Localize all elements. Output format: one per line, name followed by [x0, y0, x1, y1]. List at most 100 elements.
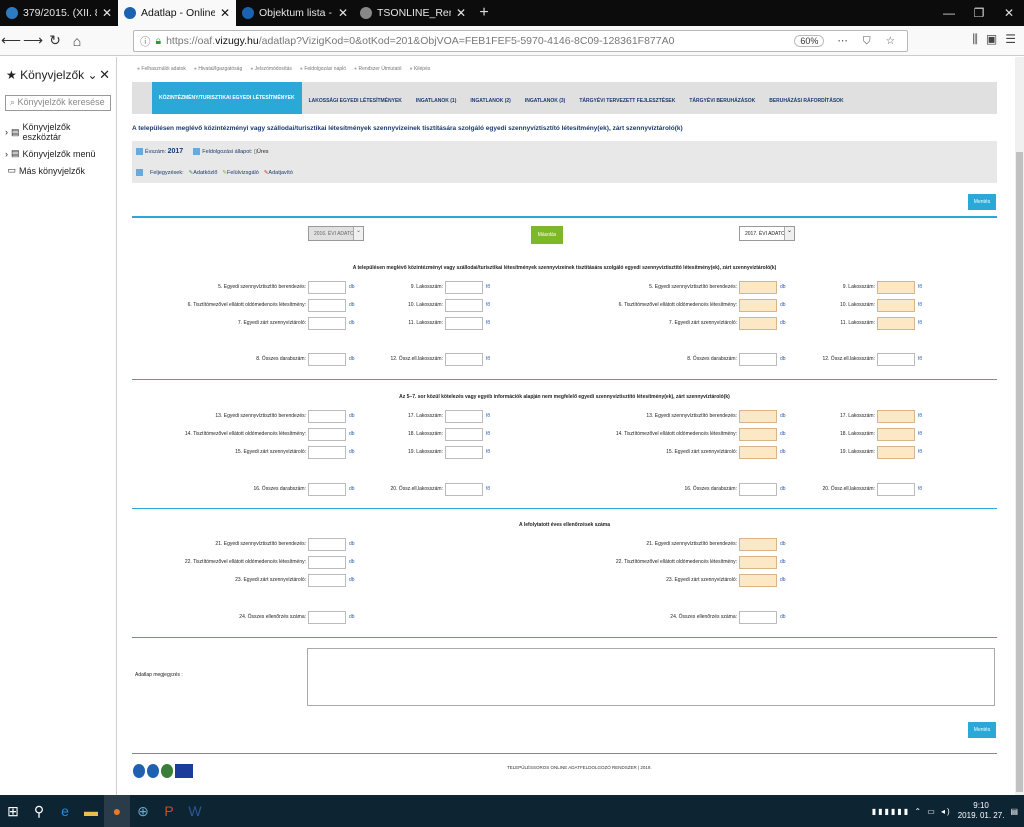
number-input[interactable] [445, 299, 483, 312]
sidebar-item-other[interactable]: ▭ Más könyvjelzők [0, 162, 116, 179]
number-input[interactable] [308, 299, 346, 312]
scrollbar-thumb[interactable] [1016, 152, 1023, 792]
library-icon[interactable]: ⫼ [972, 32, 978, 47]
minimize-icon[interactable]: — [934, 0, 964, 26]
back-icon[interactable]: ⟵ [0, 32, 22, 49]
number-input[interactable] [739, 410, 777, 423]
number-input[interactable] [308, 281, 346, 294]
notifications-icon[interactable]: ▤ [1010, 807, 1018, 816]
sidebar-icon[interactable]: ▣ [986, 32, 997, 47]
edge-icon[interactable]: e [52, 795, 78, 827]
number-input[interactable] [877, 410, 915, 423]
sidebar-item-menu[interactable]: › ▤ Könyvjelzők menü [0, 145, 116, 162]
sidebar-title[interactable]: Könyvjelzők [20, 68, 84, 82]
tab-4[interactable]: INGATLANOK (2) [463, 88, 517, 114]
tab-7[interactable]: TÁRGYÉVI BERUHÁZÁSOK [682, 88, 762, 114]
sidebar-item-toolbar[interactable]: › ▤ Könyvjelzők eszköztár [0, 119, 116, 145]
number-input[interactable] [739, 538, 777, 551]
number-input[interactable] [739, 483, 777, 496]
close-icon[interactable]: ✕ [99, 67, 110, 83]
number-input[interactable] [739, 317, 777, 330]
top-link[interactable]: ● Hivatal/Igazgatóság [194, 66, 242, 72]
save-button-top[interactable]: Mentés [968, 194, 996, 210]
top-link[interactable]: ● Rendszer Útmutató [354, 66, 402, 72]
number-input[interactable] [308, 611, 346, 624]
number-input[interactable] [877, 299, 915, 312]
number-input[interactable] [445, 428, 483, 441]
top-link[interactable]: ● Feldolgozási napló [300, 66, 346, 72]
number-input[interactable] [739, 574, 777, 587]
number-input[interactable] [445, 446, 483, 459]
browser-tab[interactable]: Objektum lista - Online Adatfe ✕ [236, 0, 354, 26]
number-input[interactable] [739, 353, 777, 366]
number-input[interactable] [308, 428, 346, 441]
search-icon[interactable]: ⚲ [26, 795, 52, 827]
tab-6[interactable]: TÁRGYÉVI TERVEZETT FEJLESZTÉSEK [572, 88, 682, 114]
number-input[interactable] [308, 410, 346, 423]
menu-icon[interactable]: ☰ [1005, 32, 1016, 47]
number-input[interactable] [739, 299, 777, 312]
number-input[interactable] [308, 446, 346, 459]
number-input[interactable] [877, 428, 915, 441]
browser-tab[interactable]: Adatlap - Online Adatfeldolgo ✕ [118, 0, 236, 26]
number-input[interactable] [308, 317, 346, 330]
tab-1[interactable]: KÖZINTÉZMÉNY/TURISZTIKAI EGYEDI LÉTESÍTM… [152, 82, 302, 114]
tab-5[interactable]: INGATLANOK (3) [518, 88, 572, 114]
note-adatjavito[interactable]: ✎Adatjavító [264, 170, 293, 176]
number-input[interactable] [877, 281, 915, 294]
network-app-icon[interactable]: ⊕ [130, 795, 156, 827]
note-textarea[interactable] [307, 648, 995, 706]
number-input[interactable] [877, 483, 915, 496]
file-explorer-icon[interactable]: ▬ [78, 795, 104, 827]
note-adatkozlo[interactable]: ✎Adatközlő [189, 170, 218, 176]
chevron-down-icon[interactable]: ⌄ [87, 68, 97, 82]
word-icon[interactable]: W [182, 795, 208, 827]
forward-icon[interactable]: ⟶ [22, 32, 44, 49]
top-link[interactable]: ● Kilépés [410, 66, 431, 72]
close-tab-icon[interactable]: ✕ [338, 6, 348, 20]
close-tab-icon[interactable]: ✕ [102, 6, 112, 20]
number-input[interactable] [877, 317, 915, 330]
reload-icon[interactable]: ↻ [44, 32, 66, 49]
year-right-select[interactable]: 2017. ÉVI ADATOK ⌄ [739, 226, 795, 241]
chevron-down-icon[interactable]: ⌄ [784, 227, 794, 240]
number-input[interactable] [308, 353, 346, 366]
scrollbar[interactable] [1015, 57, 1024, 795]
top-link[interactable]: ● Felhasználói adatok [137, 66, 186, 72]
number-input[interactable] [445, 317, 483, 330]
tab-3[interactable]: INGATLANOK (1) [409, 88, 463, 114]
firefox-icon[interactable]: ● [104, 795, 130, 827]
number-input[interactable] [445, 281, 483, 294]
save-button-bottom[interactable]: Mentés [968, 722, 996, 738]
restore-icon[interactable]: ❐ [964, 0, 994, 26]
number-input[interactable] [445, 410, 483, 423]
number-input[interactable] [308, 574, 346, 587]
browser-tab[interactable]: 379/2015. (XII. 8.) Korm. rendel ✕ [0, 0, 118, 26]
windows-start-icon[interactable]: ⊞ [0, 795, 26, 827]
powerpoint-icon[interactable]: P [156, 795, 182, 827]
zoom-level[interactable]: 60% [794, 35, 825, 47]
note-felulvizsgalo[interactable]: ✎Felülvizsgáló [222, 170, 258, 176]
number-input[interactable] [739, 446, 777, 459]
number-input[interactable] [445, 353, 483, 366]
tab-2[interactable]: LAKOSSÁGI EGYEDI LÉTESÍTMÉNYEK [302, 88, 409, 114]
page-actions[interactable]: ⋯ ⛉ ☆ [837, 35, 901, 48]
close-tab-icon[interactable]: ✕ [220, 6, 230, 20]
tray-icons[interactable]: ▮▮▮▮▮▮ ⌃ ▭ ◂) [872, 807, 952, 816]
browser-tab[interactable]: TSONLINE_Rendszer_Utmutato_20 ✕ [354, 0, 472, 26]
number-input[interactable] [308, 538, 346, 551]
bookmarks-search-input[interactable]: ⌕ Könyvjelzők keresése [5, 95, 111, 111]
number-input[interactable] [739, 428, 777, 441]
info-icon[interactable]: ⓘ [140, 34, 151, 49]
top-link[interactable]: ● Jelszómódosítás [250, 66, 292, 72]
number-input[interactable] [739, 611, 777, 624]
copy-button[interactable]: Másolás [531, 226, 563, 244]
number-input[interactable] [877, 446, 915, 459]
number-input[interactable] [739, 556, 777, 569]
new-tab-button[interactable]: + [472, 0, 496, 26]
url-bar[interactable]: ⓘ 🔒︎ https://oaf.vizugy.hu/adatlap?Vizig… [133, 30, 908, 52]
number-input[interactable] [445, 483, 483, 496]
number-input[interactable] [308, 556, 346, 569]
number-input[interactable] [877, 353, 915, 366]
tab-8[interactable]: BERUHÁZÁSI RÁFORDÍTÁSOK [762, 88, 850, 114]
